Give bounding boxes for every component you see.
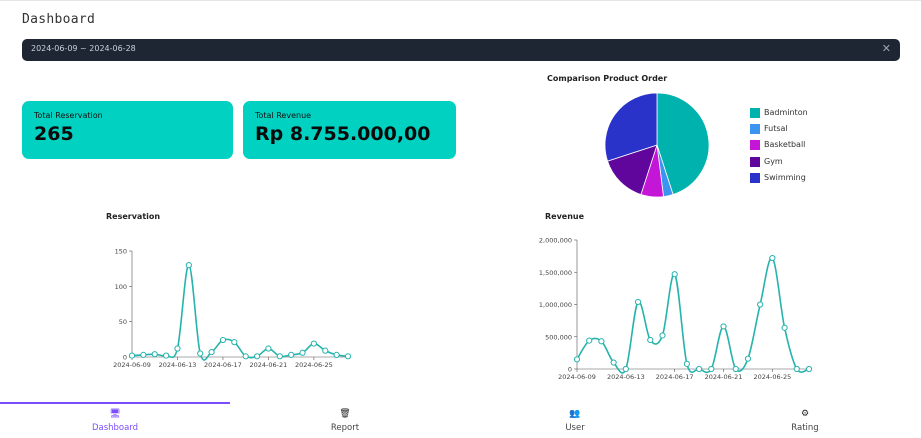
nav-active-indicator bbox=[0, 402, 230, 404]
revenue-data-point bbox=[634, 298, 642, 306]
total-reservation-value: 265 bbox=[34, 123, 74, 145]
revenue-data-point bbox=[622, 365, 629, 373]
nav-item-dashboard[interactable]: 🖥 Dashboard bbox=[0, 408, 230, 433]
reservation-data-point bbox=[219, 336, 227, 344]
revenue-data-point bbox=[598, 338, 605, 345]
users-icon: 👥 bbox=[569, 409, 581, 419]
reservation-data-point bbox=[174, 345, 181, 352]
revenue-data-point bbox=[744, 355, 752, 362]
revenue-data-point bbox=[793, 365, 800, 373]
legend-swatch bbox=[750, 172, 760, 183]
bottom-navigation: 🖥 Dashboard 🗑 Report 👥 User ⚙ Rating bbox=[0, 402, 921, 438]
nav-label-report: Report bbox=[330, 423, 360, 433]
reservation-x-tick-label: 2024-06-17 bbox=[204, 361, 242, 369]
total-revenue-label: Total Revenue bbox=[255, 111, 312, 120]
page-title: Dashboard bbox=[22, 12, 96, 27]
revenue-data-point bbox=[683, 360, 690, 367]
reservation-data-point bbox=[253, 353, 261, 360]
top-divider bbox=[0, 0, 921, 1]
revenue-y-tick-label: 500,000 bbox=[545, 333, 572, 341]
total-reservation-label: Total Reservation bbox=[34, 111, 103, 120]
reservation-line-chart: 0501001502024-06-09 2024-06-13 2024-06-17 2… bbox=[113, 248, 352, 369]
reservation-chart-title: Reservation bbox=[106, 212, 161, 221]
total-reservation-card: Total Reservation 265 bbox=[22, 101, 233, 159]
pie-chart-title: Comparison Product Order bbox=[547, 74, 668, 83]
legend-swatch bbox=[750, 156, 760, 167]
reservation-y-tick-label: 100 bbox=[115, 283, 127, 291]
revenue-y-tick-label: 1,500,000 bbox=[539, 269, 572, 277]
reservation-data-point bbox=[265, 345, 272, 352]
reservation-data-point bbox=[197, 350, 204, 357]
revenue-data-point bbox=[732, 365, 739, 373]
reservation-data-point bbox=[299, 349, 306, 356]
nav-item-rating[interactable]: ⚙ Rating bbox=[690, 408, 920, 433]
total-revenue-value: Rp 8.755.000,00 bbox=[255, 123, 431, 145]
reservation-x-tick-label: 2024-06-25 bbox=[295, 361, 333, 369]
revenue-x-tick-label: 2024-06-13 bbox=[607, 373, 645, 381]
legend-label: Badminton bbox=[764, 108, 808, 117]
revenue-line-chart: 0500,0001,000,0001,500,0002,000,0002024-… bbox=[539, 237, 813, 381]
product-order-pie-chart bbox=[604, 92, 710, 198]
revenue-data-point bbox=[708, 365, 715, 373]
legend-label: Swimming bbox=[764, 172, 806, 182]
reservation-data-point bbox=[140, 351, 147, 358]
reservation-data-point bbox=[288, 351, 295, 358]
reservation-x-tick-label: 2024-06-09 bbox=[113, 361, 151, 369]
revenue-y-tick-label: 1,000,000 bbox=[539, 301, 572, 309]
revenue-data-point bbox=[781, 324, 788, 331]
revenue-data-point bbox=[647, 336, 654, 344]
legend-label: Basketball bbox=[764, 140, 806, 150]
revenue-data-point bbox=[671, 271, 678, 278]
nav-item-report[interactable]: 🗑 Report bbox=[230, 408, 460, 433]
reservation-data-point bbox=[276, 353, 283, 360]
monitor-icon: 🖥 bbox=[109, 409, 121, 419]
revenue-data-point bbox=[805, 365, 813, 373]
reservation-data-point bbox=[231, 339, 238, 346]
trash-icon: 🗑 bbox=[339, 409, 351, 419]
reservation-data-point bbox=[128, 352, 136, 359]
date-range-picker[interactable]: 2024-06-09 ~ 2024-06-28 ✕ bbox=[22, 39, 900, 61]
revenue-x-tick-label: 2024-06-17 bbox=[656, 373, 694, 381]
legend-swatch bbox=[750, 140, 760, 151]
revenue-y-tick-label: 2,000,000 bbox=[539, 237, 572, 245]
revenue-x-tick-label: 2024-06-25 bbox=[753, 373, 791, 381]
revenue-data-point bbox=[720, 323, 727, 330]
revenue-data-point bbox=[586, 337, 593, 344]
reservation-x-tick-label: 2024-06-21 bbox=[250, 361, 288, 369]
reservation-data-point bbox=[242, 353, 249, 360]
legend-label: Futsal bbox=[764, 124, 788, 134]
legend-swatch bbox=[750, 108, 760, 118]
reservation-data-point bbox=[310, 340, 317, 347]
reservation-data-point bbox=[322, 347, 329, 354]
close-icon[interactable]: ✕ bbox=[882, 42, 891, 55]
nav-item-user[interactable]: 👥 User bbox=[460, 408, 690, 433]
revenue-data-point bbox=[610, 359, 617, 366]
reservation-y-tick-label: 50 bbox=[119, 318, 127, 326]
nav-label-dashboard: Dashboard bbox=[91, 423, 139, 433]
reservation-data-point bbox=[333, 351, 340, 358]
legend-label: Gym bbox=[764, 156, 783, 166]
date-range-value[interactable]: 2024-06-09 ~ 2024-06-28 bbox=[31, 44, 136, 53]
revenue-data-point bbox=[659, 332, 666, 339]
reservation-data-point bbox=[151, 351, 158, 358]
reservation-data-point bbox=[163, 352, 170, 359]
reservation-data-point bbox=[208, 348, 215, 356]
total-revenue-card: Total Revenue Rp 8.755.000,00 bbox=[243, 101, 456, 159]
reservation-x-tick-label: 2024-06-13 bbox=[159, 361, 197, 369]
legend-swatch bbox=[750, 124, 760, 135]
revenue-data-point bbox=[757, 301, 764, 308]
revenue-data-point bbox=[573, 356, 581, 363]
network-icon: ⚙ bbox=[800, 409, 810, 419]
revenue-x-tick-label: 2024-06-21 bbox=[705, 373, 743, 381]
reservation-data-point bbox=[185, 262, 192, 269]
revenue-data-point bbox=[769, 254, 776, 262]
reservation-y-tick-label: 150 bbox=[115, 248, 127, 256]
revenue-series-line bbox=[576, 257, 810, 374]
nav-label-user: User bbox=[565, 423, 585, 433]
reservation-data-point bbox=[344, 353, 352, 360]
revenue-chart-title: Revenue bbox=[545, 212, 585, 221]
revenue-data-point bbox=[696, 365, 703, 373]
nav-label-rating: Rating bbox=[791, 423, 819, 433]
revenue-x-tick-label: 2024-06-09 bbox=[558, 373, 596, 381]
